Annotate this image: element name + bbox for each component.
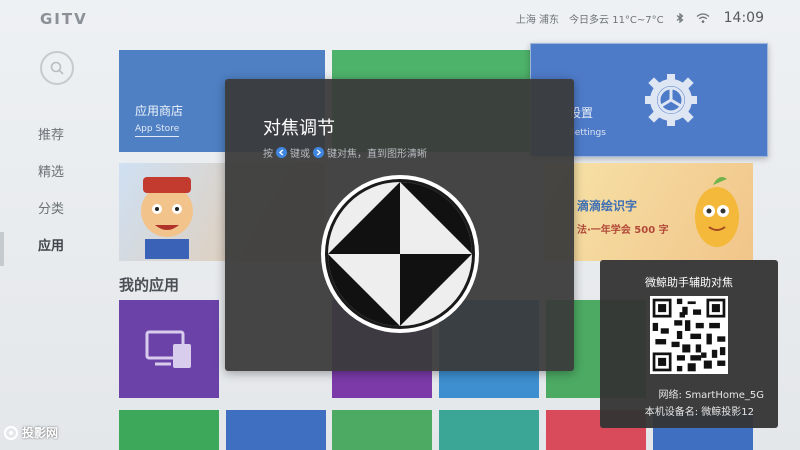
nav-item-recommend[interactable]: 推荐: [38, 128, 64, 165]
screen-cast-app-tile[interactable]: [119, 300, 219, 398]
weather-text: 今日多云 11°C~7°C: [569, 14, 664, 26]
app-tile-row2-2[interactable]: [226, 410, 326, 450]
app-store-sublabel: App Store: [135, 124, 180, 137]
status-bar: 上海 浦东 今日多云 11°C~7°C 14:09: [516, 10, 764, 26]
screen-cast-icon: [145, 330, 191, 368]
cartoon-character-image: [141, 177, 193, 259]
hint-press: 按: [263, 149, 273, 160]
focus-adjust-dialog: 对焦调节 按 键或 键对焦，直到图形清晰: [225, 79, 574, 371]
nav-item-featured[interactable]: 精选: [38, 165, 64, 202]
gear-icon: [645, 74, 697, 126]
qr-assist-panel: 微鲸助手辅助对焦 网络: SmartHome_5G 本机设备名: 微鲸投影12: [600, 260, 778, 428]
cartoon-mascot-image: [695, 177, 739, 247]
qr-panel-title: 微鲸助手辅助对焦: [645, 276, 733, 289]
side-nav: 推荐 精选 分类 应用: [38, 128, 64, 276]
learn-chars-banner-tile[interactable]: 滴滴绘识字 法·一年学会 500 字: [543, 163, 753, 261]
network-info: 网络: SmartHome_5G: [658, 390, 764, 401]
location-text: 上海 浦东: [515, 14, 560, 26]
nav-active-indicator: [0, 232, 4, 266]
hint-end: 键对焦，直到图形清晰: [327, 149, 427, 160]
device-name-info: 本机设备名: 微鲸投影12: [644, 407, 754, 418]
right-key-icon: [313, 147, 324, 158]
banner2-title: 滴滴绘识字: [577, 199, 638, 213]
hint-mid: 键或: [290, 149, 310, 160]
wifi-icon: [696, 12, 710, 24]
settings-sublabel: Settings: [569, 128, 606, 138]
clock: 14:09: [723, 10, 764, 26]
my-apps-heading: 我的应用: [119, 276, 180, 294]
search-icon: [50, 61, 64, 75]
focus-target-pattern: [321, 175, 479, 333]
nav-item-apps[interactable]: 应用: [38, 239, 64, 276]
bluetooth-icon: [674, 12, 686, 24]
app-tile-row2-3[interactable]: [332, 410, 432, 450]
app-store-label: 应用商店: [135, 104, 184, 118]
qr-code-image[interactable]: [650, 296, 728, 374]
dialog-title: 对焦调节: [263, 118, 335, 139]
gitv-logo: GITV: [40, 10, 88, 28]
app-tile-row2-1[interactable]: [119, 410, 219, 450]
watermark: 投影网: [4, 424, 58, 441]
watermark-logo-icon: [4, 425, 18, 440]
search-button[interactable]: [40, 51, 74, 85]
app-tile-row2-4[interactable]: [439, 410, 539, 450]
watermark-text: 投影网: [22, 426, 59, 440]
dialog-hint: 按 键或 键对焦，直到图形清晰: [263, 145, 427, 160]
left-key-icon: [276, 147, 287, 158]
banner2-subtitle: 法·一年学会 500 字: [577, 225, 669, 236]
nav-item-category[interactable]: 分类: [38, 202, 64, 239]
